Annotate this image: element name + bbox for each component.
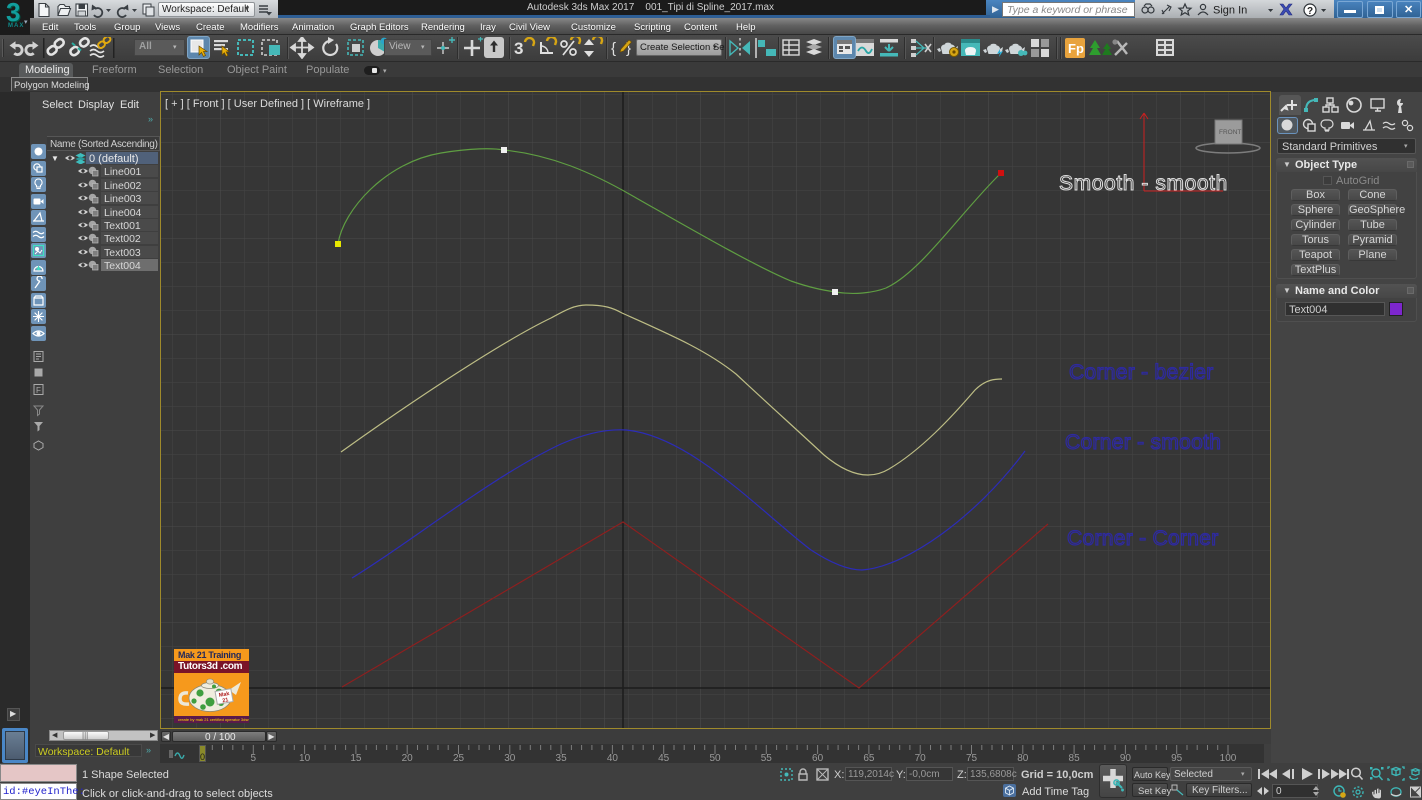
svg-text:10: 10 bbox=[299, 753, 311, 763]
svg-text:35: 35 bbox=[556, 753, 568, 763]
svg-text:30: 30 bbox=[504, 753, 516, 763]
svg-text:3: 3 bbox=[514, 39, 523, 58]
svg-text:15: 15 bbox=[350, 753, 362, 763]
svg-text:75: 75 bbox=[966, 753, 978, 763]
svg-text:F: F bbox=[36, 386, 41, 395]
svg-text:Fp: Fp bbox=[1068, 41, 1084, 56]
svg-text:FRONT: FRONT bbox=[1219, 129, 1241, 136]
svg-text:25: 25 bbox=[453, 753, 465, 763]
svg-text:50: 50 bbox=[709, 753, 721, 763]
svg-text:45: 45 bbox=[658, 753, 670, 763]
svg-text:60: 60 bbox=[812, 753, 824, 763]
svg-text:Sign In: Sign In bbox=[1213, 5, 1247, 17]
svg-text:90: 90 bbox=[1120, 753, 1132, 763]
svg-text:{: { bbox=[611, 40, 616, 57]
svg-text:85: 85 bbox=[1069, 753, 1081, 763]
svg-text:21: 21 bbox=[222, 697, 229, 704]
svg-text:?: ? bbox=[1307, 6, 1313, 17]
svg-text:95: 95 bbox=[1171, 753, 1183, 763]
svg-text:100: 100 bbox=[1220, 753, 1237, 763]
svg-text:55: 55 bbox=[761, 753, 773, 763]
svg-text:40: 40 bbox=[607, 753, 619, 763]
svg-text:5: 5 bbox=[251, 753, 257, 763]
svg-text:20: 20 bbox=[402, 753, 414, 763]
svg-text:65: 65 bbox=[863, 753, 875, 763]
svg-text:70: 70 bbox=[915, 753, 927, 763]
svg-text:80: 80 bbox=[1017, 753, 1029, 763]
